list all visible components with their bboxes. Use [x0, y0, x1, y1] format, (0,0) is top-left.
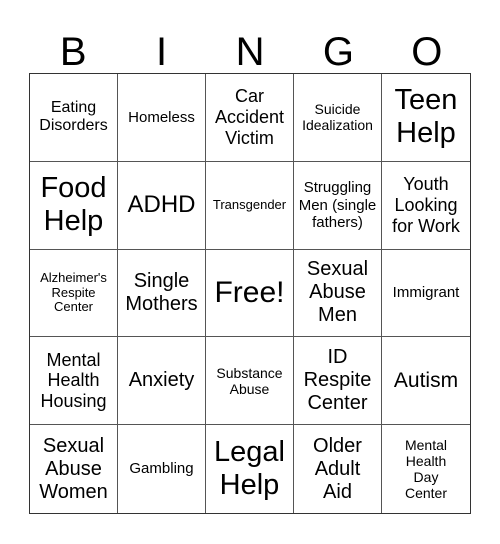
bingo-cell[interactable]: Legal Help: [206, 425, 294, 513]
bingo-cell[interactable]: Older Adult Aid: [294, 425, 382, 513]
bingo-cell[interactable]: Struggling Men (single fathers): [294, 161, 382, 250]
bingo-cell[interactable]: Sexual Abuse Men: [294, 249, 382, 338]
header-letter-g: G: [322, 30, 354, 74]
bingo-cell[interactable]: Suicide Idealization: [294, 74, 382, 162]
bingo-cell[interactable]: Alzheimer's Respite Center: [30, 249, 118, 338]
bingo-cell[interactable]: Transgender: [206, 161, 294, 250]
bingo-cell[interactable]: Immigrant: [382, 250, 470, 338]
bingo-cell[interactable]: Car Accident Victim: [206, 74, 294, 162]
bingo-cell[interactable]: Eating Disorders: [30, 74, 118, 162]
bingo-cell[interactable]: Anxiety: [118, 337, 206, 426]
bingo-header: B I N G O: [29, 30, 471, 74]
header-letter-o: O: [411, 30, 443, 74]
header-letter-b: B: [59, 30, 87, 74]
free-space[interactable]: Free!: [206, 249, 294, 338]
bingo-cell[interactable]: Autism: [382, 337, 470, 426]
bingo-cell[interactable]: Gambling: [118, 425, 206, 513]
bingo-cell[interactable]: ADHD: [118, 161, 206, 250]
bingo-cell[interactable]: ID Respite Center: [294, 337, 382, 426]
header-letter-i: I: [156, 30, 168, 74]
bingo-cell[interactable]: Homeless: [118, 74, 206, 162]
bingo-cell[interactable]: Single Mothers: [118, 249, 206, 338]
bingo-cell[interactable]: Food Help: [30, 161, 118, 250]
bingo-cell[interactable]: Sexual Abuse Women: [30, 425, 118, 513]
bingo-board: Eating Disorders Homeless Car Accident V…: [29, 73, 471, 514]
bingo-cell[interactable]: Mental Health Day Center: [382, 425, 470, 513]
bingo-cell[interactable]: Teen Help: [382, 74, 470, 162]
header-letter-n: N: [235, 30, 265, 74]
bingo-cell[interactable]: Mental Health Housing: [30, 337, 118, 426]
bingo-cell[interactable]: Substance Abuse: [206, 337, 294, 426]
bingo-cell[interactable]: Youth Looking for Work: [382, 162, 470, 250]
